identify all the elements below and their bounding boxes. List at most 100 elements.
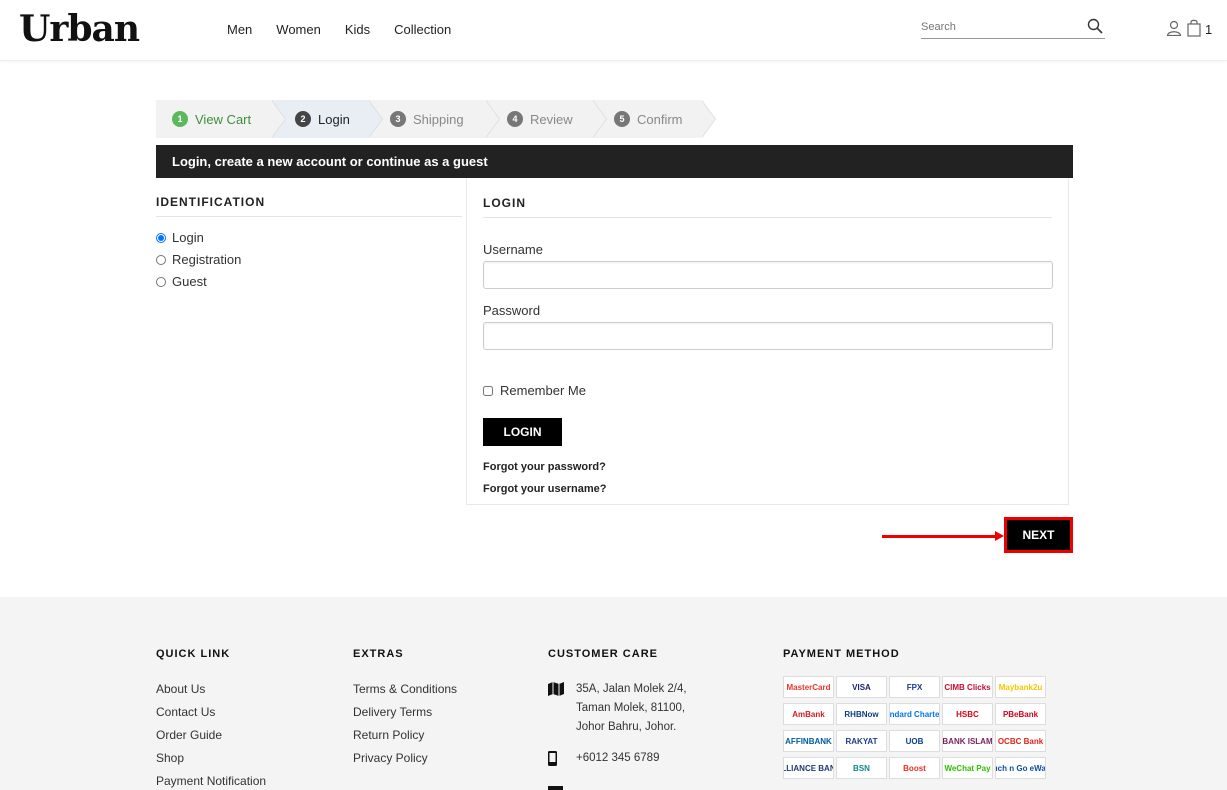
- payment-logo: BSN: [836, 757, 887, 779]
- radio-label: Guest: [172, 274, 207, 289]
- nav-men[interactable]: Men: [227, 22, 252, 37]
- footer-link-delivery-terms[interactable]: Delivery Terms: [353, 705, 457, 719]
- step-shipping[interactable]: 3 Shipping: [368, 100, 500, 138]
- payment-logo: Standard Chartered: [889, 703, 940, 725]
- identification-panel: IDENTIFICATION Login Registration Guest: [156, 195, 462, 289]
- payment-logo: CIMB Clicks: [942, 676, 993, 698]
- nav-collection[interactable]: Collection: [394, 22, 451, 37]
- payment-logos: MasterCard VISA FPX CIMB Clicks Maybank2u AmB…: [783, 676, 1046, 779]
- username-label: Username: [483, 242, 543, 257]
- search-icon[interactable]: [1087, 18, 1103, 39]
- radio-login[interactable]: Login: [156, 230, 462, 245]
- annotation-arrow-line: [882, 535, 997, 538]
- payment-logo: OCBC Bank: [995, 730, 1046, 752]
- step-label: Review: [530, 111, 573, 127]
- footer-address: 35A, Jalan Molek 2/4, Taman Molek, 81100…: [548, 680, 687, 737]
- password-field[interactable]: [483, 322, 1053, 350]
- section-title-bar: Login, create a new account or continue …: [156, 145, 1073, 178]
- footer-link-return-policy[interactable]: Return Policy: [353, 728, 457, 742]
- radio-label: Login: [172, 230, 204, 245]
- password-label: Password: [483, 303, 541, 318]
- radio-login-input[interactable]: [156, 232, 166, 243]
- step-number: 2: [295, 111, 311, 127]
- checkout-steps: 1 View Cart 2 Login 3 Shipping 4 Review …: [156, 100, 716, 138]
- payment-logo: WeChat Pay: [942, 757, 993, 779]
- radio-guest[interactable]: Guest: [156, 274, 462, 289]
- payment-logo: FPX: [889, 676, 940, 698]
- payment-logo: HSBC: [942, 703, 993, 725]
- remember-me[interactable]: Remember Me: [483, 383, 1052, 398]
- identification-heading: IDENTIFICATION: [156, 195, 462, 217]
- radio-registration-input[interactable]: [156, 254, 166, 265]
- login-heading: LOGIN: [483, 196, 1052, 218]
- step-view-cart[interactable]: 1 View Cart: [156, 100, 286, 138]
- payment-logo: Maybank2u: [995, 676, 1046, 698]
- payment-logo: Touch n Go eWallet: [995, 757, 1046, 779]
- payment-logo: RHBNow: [836, 703, 887, 725]
- payment-logo: AmBank: [783, 703, 834, 725]
- address-line: 35A, Jalan Molek 2/4,: [576, 683, 687, 695]
- login-button[interactable]: LOGIN: [483, 418, 562, 446]
- footer-heading: EXTRAS: [353, 648, 404, 660]
- payment-logo: UOB: [889, 730, 940, 752]
- annotation-arrow-icon: [995, 531, 1004, 541]
- footer-link-contact-us[interactable]: Contact Us: [156, 705, 266, 719]
- main-nav: Men Women Kids Collection: [227, 22, 475, 37]
- site-footer: QUICK LINK About Us Contact Us Order Gui…: [0, 597, 1227, 790]
- step-number: 3: [390, 111, 406, 127]
- payment-logo: VISA: [836, 676, 887, 698]
- footer-link-about-us[interactable]: About Us: [156, 682, 266, 696]
- step-number: 5: [614, 111, 630, 127]
- shopping-bag-icon[interactable]: [1187, 19, 1201, 42]
- radio-label: Registration: [172, 252, 242, 267]
- payment-logo: BANK ISLAM: [942, 730, 993, 752]
- payment-logo: PBeBank: [995, 703, 1046, 725]
- login-panel: LOGIN Username Password Remember Me LOGI…: [466, 178, 1069, 505]
- radio-registration[interactable]: Registration: [156, 252, 462, 267]
- step-number: 4: [507, 111, 523, 127]
- payment-logo: Boost: [889, 757, 940, 779]
- footer-phone: +6012 345 6789: [548, 749, 687, 773]
- footer-link-terms[interactable]: Terms & Conditions: [353, 682, 457, 696]
- radio-guest-input[interactable]: [156, 276, 166, 287]
- remember-me-checkbox[interactable]: [483, 385, 493, 396]
- search-box: [921, 17, 1105, 39]
- username-field[interactable]: [483, 261, 1053, 289]
- payment-logo: AFFINBANK: [783, 730, 834, 752]
- remember-me-label: Remember Me: [500, 383, 586, 398]
- step-number: 1: [172, 111, 188, 127]
- step-label: View Cart: [195, 111, 252, 127]
- forgot-username-link[interactable]: Forgot your username?: [483, 483, 1052, 495]
- map-icon: [548, 680, 576, 737]
- user-icon[interactable]: [1166, 20, 1182, 41]
- footer-email: [548, 783, 687, 790]
- email-icon: [548, 783, 576, 790]
- next-button[interactable]: NEXT: [1004, 517, 1073, 553]
- step-label: Login: [318, 111, 350, 127]
- address-line: Taman Molek, 81100,: [576, 702, 686, 714]
- footer-customer-care: CUSTOMER CARE 35A, Jalan Molek 2/4, Tama…: [548, 648, 687, 790]
- site-logo[interactable]: Urban: [19, 8, 140, 50]
- footer-payment-method: PAYMENT METHOD MasterCard VISA FPX CIMB Cli…: [783, 648, 1046, 779]
- step-review[interactable]: 4 Review: [485, 100, 607, 138]
- footer-link-payment-notification[interactable]: Payment Notification: [156, 774, 266, 788]
- site-header: Urban Men Women Kids Collection 1: [0, 0, 1227, 61]
- cart-count: 1: [1205, 22, 1213, 37]
- footer-quick-link: QUICK LINK About Us Contact Us Order Gui…: [156, 648, 266, 790]
- phone-number[interactable]: +6012 345 6789: [576, 749, 659, 773]
- payment-logo: MasterCard: [783, 676, 834, 698]
- footer-link-order-guide[interactable]: Order Guide: [156, 728, 266, 742]
- payment-logo: RAKYAT: [836, 730, 887, 752]
- search-input[interactable]: [921, 17, 1081, 37]
- step-label: Shipping: [413, 111, 464, 127]
- forgot-password-link[interactable]: Forgot your password?: [483, 461, 1052, 473]
- step-label: Confirm: [637, 111, 683, 127]
- footer-link-privacy-policy[interactable]: Privacy Policy: [353, 751, 457, 765]
- phone-icon: [548, 749, 576, 773]
- nav-women[interactable]: Women: [276, 22, 321, 37]
- footer-heading: QUICK LINK: [156, 648, 231, 660]
- footer-link-shop[interactable]: Shop: [156, 751, 266, 765]
- nav-kids[interactable]: Kids: [345, 22, 370, 37]
- footer-heading: CUSTOMER CARE: [548, 648, 658, 660]
- step-confirm[interactable]: 5 Confirm: [592, 100, 716, 138]
